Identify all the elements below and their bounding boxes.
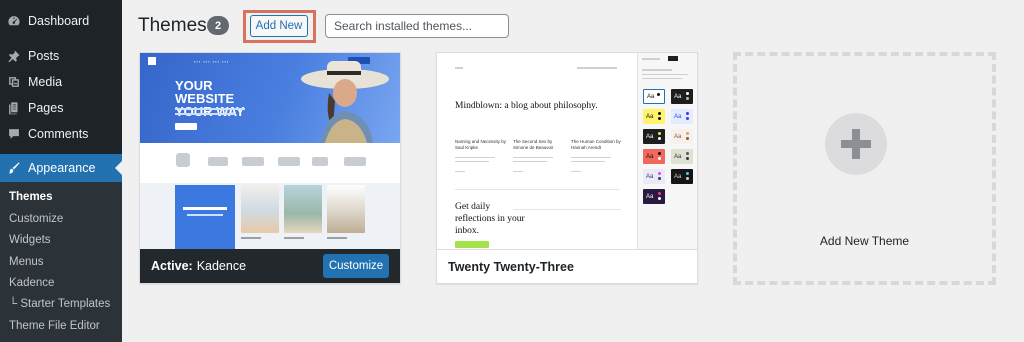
tt3-subscribe-text: Get daily reflections in your inbox. (455, 202, 525, 236)
style-variations-panel: Aa Aa Aa Aa Aa Aa Aa Aa Aa Aa Aa (637, 53, 697, 249)
theme-name: Twenty Twenty-Three (448, 259, 574, 274)
submenu-item-kadence[interactable]: Kadence (9, 277, 54, 289)
submenu-item-customize[interactable]: Customize (9, 213, 63, 225)
sidebar-item-label: Appearance (28, 161, 96, 175)
sidebar-item-pages[interactable]: Pages (0, 96, 122, 120)
tt3-post-3: The Human Condition by Hannah Arendt (571, 139, 621, 150)
sidebar-item-label: Posts (28, 49, 60, 63)
search-themes-input[interactable] (325, 14, 509, 38)
theme-count-badge: 2 (207, 16, 229, 35)
sidebar-item-label: Comments (28, 127, 89, 141)
submenu-item-themes[interactable]: Themes (9, 191, 52, 203)
page-title: Themes (138, 15, 207, 36)
media-icon (7, 75, 21, 89)
theme-card-footer: Twenty Twenty-Three (437, 249, 697, 283)
sidebar-item-label: Media (28, 75, 63, 89)
add-new-theme-label: Add New Theme (819, 234, 910, 248)
comment-icon (7, 127, 21, 141)
pages-icon (7, 101, 21, 115)
theme-card-twenty-twenty-three[interactable]: Mindblown: a blog about philosophy. Nami… (436, 52, 698, 284)
admin-sidebar: Dashboard Posts Media Pages Comments App… (0, 0, 122, 342)
add-new-button[interactable]: Add New (250, 15, 308, 37)
sidebar-item-posts[interactable]: Posts (0, 44, 122, 68)
appearance-submenu: Themes Customize Widgets Menus Kadence └… (0, 182, 122, 342)
sidebar-item-comments[interactable]: Comments (0, 122, 122, 146)
sidebar-item-label: Dashboard (28, 14, 90, 28)
theme-card-kadence[interactable]: ▪▪▪ ▪▪▪ ▪▪▪ ▪▪▪ YOUR WEBSITE YOUR WAY Ac… (139, 52, 401, 284)
pushpin-icon (7, 49, 21, 63)
tt3-post-1: Naming and Necessity by Saul Kripke (455, 139, 507, 150)
submenu-item-theme-file-editor[interactable]: Theme File Editor (9, 320, 100, 332)
submenu-item-widgets[interactable]: Widgets (9, 234, 51, 246)
submenu-item-menus[interactable]: Menus (9, 256, 44, 268)
tt3-post-2: The Second Sex by Simone de Beauvoir (513, 139, 554, 150)
sidebar-item-dashboard[interactable]: Dashboard (0, 9, 122, 33)
dashboard-icon (7, 14, 21, 28)
hero-person-image (301, 61, 389, 143)
theme-card-footer: Active: Kadence Customize (140, 249, 400, 283)
customize-button[interactable]: Customize (323, 254, 389, 278)
sidebar-item-label: Pages (28, 101, 64, 115)
submenu-item-starter-templates[interactable]: └ Starter Templates (9, 298, 110, 310)
sidebar-item-media[interactable]: Media (0, 70, 122, 94)
add-new-theme-card[interactable]: Add New Theme (733, 52, 996, 285)
theme-screenshot-kadence: ▪▪▪ ▪▪▪ ▪▪▪ ▪▪▪ YOUR WEBSITE YOUR WAY (140, 53, 400, 249)
paintbrush-icon (7, 161, 21, 175)
sidebar-item-appearance[interactable]: Appearance (0, 154, 122, 182)
theme-screenshot-twenty-twenty-three: Mindblown: a blog about philosophy. Nami… (437, 53, 697, 249)
theme-name: Kadence (196, 259, 247, 273)
active-label: Active: (151, 259, 193, 273)
plus-icon (825, 113, 887, 175)
tt3-headline: Mindblown: a blog about philosophy. (455, 101, 598, 111)
